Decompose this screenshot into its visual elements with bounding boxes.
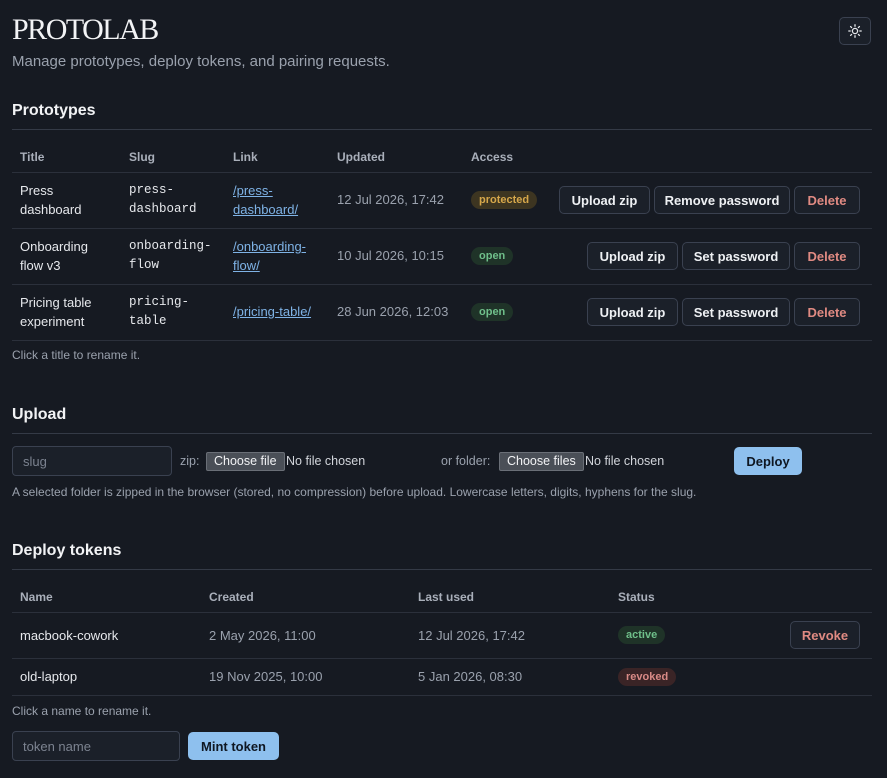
row-divider [12,228,872,229]
column-header-access: Access [471,150,514,164]
folder-file-status: No file chosen [585,454,665,468]
column-header-slug: Slug [129,150,155,164]
access-badge: open [471,303,514,321]
token-last-used: 12 Jul 2026, 17:42 [418,628,525,643]
link-line[interactable]: /press- [233,183,273,198]
prototype-updated: 12 Jul 2026, 17:42 [337,192,444,207]
row-divider [12,284,872,285]
row-divider [12,340,872,341]
slug-line: pricing- [129,295,190,309]
upload-hint: A selected folder is zipped in the brows… [12,485,697,499]
choose-files-button[interactable]: Choose files [499,452,584,471]
section-divider [12,569,872,570]
upload-zip-button[interactable]: Upload zip [559,186,650,214]
zip-file-status: No file chosen [286,454,366,468]
access-badge: open [471,247,514,265]
title-line: Press [20,183,54,198]
title-line: Pricing table [20,295,92,310]
prototype-title[interactable]: Onboarding flow v3 [20,237,88,275]
column-header-status: Status [618,590,655,604]
prototype-link[interactable]: /onboarding- flow/ [233,237,306,275]
title-line: experiment [20,314,85,329]
token-name[interactable]: macbook-cowork [20,626,118,645]
brand-logo: PROTOLAB [12,13,159,46]
prototype-title[interactable]: Press dashboard [20,181,81,219]
tokens-section-title: Deploy tokens [12,542,122,559]
status-badge: active [618,626,666,644]
prototype-slug: onboarding- flow [129,237,212,275]
column-header-updated: Updated [337,150,385,164]
delete-button[interactable]: Delete [794,298,860,326]
prototype-link[interactable]: /pricing-table/ [233,302,311,321]
column-header-last-used: Last used [418,590,475,604]
prototype-slug: pricing- table [129,293,189,331]
slug-input[interactable] [12,446,172,476]
title-line: Onboarding [20,239,88,254]
slug-line: table [129,314,167,328]
set-password-button[interactable]: Set password [682,242,790,270]
set-password-button[interactable]: Set password [682,298,790,326]
table-divider [12,172,872,173]
revoke-button[interactable]: Revoke [790,621,860,649]
link-line[interactable]: /pricing-table/ [233,304,311,319]
link-line[interactable]: /onboarding- [233,239,306,254]
theme-toggle-button[interactable] [839,17,871,45]
token-created: 19 Nov 2025, 10:00 [209,669,323,684]
prototypes-hint: Click a title to rename it. [12,348,141,362]
delete-button[interactable]: Delete [794,186,860,214]
column-header-link: Link [233,150,258,164]
prototype-title[interactable]: Pricing table experiment [20,293,92,331]
slug-line: dashboard [129,202,197,216]
prototypes-section-title: Prototypes [12,102,96,119]
link-line[interactable]: dashboard/ [233,202,298,217]
remove-password-button[interactable]: Remove password [654,186,790,214]
link-line[interactable]: flow/ [233,258,260,273]
token-last-used: 5 Jan 2026, 08:30 [418,669,523,684]
folder-label: or folder: [441,454,491,468]
section-divider [12,129,872,130]
column-header-name: Name [20,590,53,604]
column-header-title: Title [20,150,45,164]
slug-line: press- [129,183,175,197]
prototype-slug: press- dashboard [129,181,197,219]
choose-file-button[interactable]: Choose file [206,452,285,471]
delete-button[interactable]: Delete [794,242,860,270]
column-header-created: Created [209,590,254,604]
title-line: dashboard [20,202,82,217]
section-divider [12,433,872,434]
title-line: flow v3 [20,258,61,273]
sun-icon [848,24,862,38]
row-divider [12,695,872,696]
deploy-button[interactable]: Deploy [734,447,802,475]
token-name-input[interactable] [12,731,180,761]
access-badge: protected [471,191,538,209]
zip-label: zip: [180,454,200,468]
row-divider [12,658,872,659]
status-badge: revoked [618,668,677,686]
table-divider [12,612,872,613]
upload-section-title: Upload [12,406,67,423]
prototype-link[interactable]: /press- dashboard/ [233,181,298,219]
slug-line: onboarding- [129,239,212,253]
slug-line: flow [129,258,160,272]
upload-zip-button[interactable]: Upload zip [587,298,678,326]
token-created: 2 May 2026, 11:00 [209,628,316,643]
page-tagline: Manage prototypes, deploy tokens, and pa… [12,53,390,70]
prototype-updated: 10 Jul 2026, 10:15 [337,248,444,263]
mint-token-button[interactable]: Mint token [188,732,279,760]
prototype-updated: 28 Jun 2026, 12:03 [337,304,449,319]
token-name[interactable]: old-laptop [20,667,77,686]
tokens-hint: Click a name to rename it. [12,704,152,718]
upload-zip-button[interactable]: Upload zip [587,242,678,270]
